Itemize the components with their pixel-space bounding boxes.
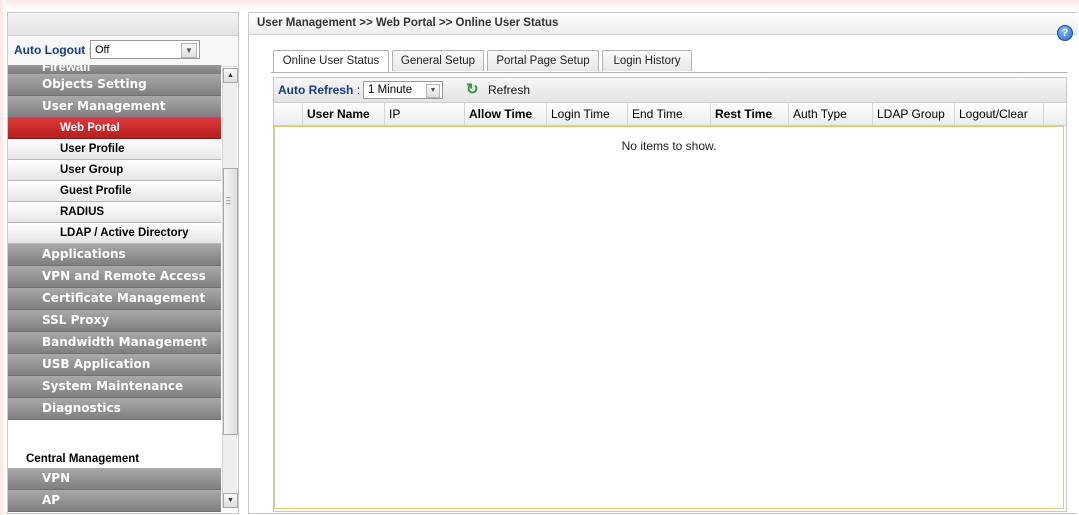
empty-message: No items to show. <box>621 139 717 153</box>
sidebar-spacer <box>8 420 221 446</box>
sidebar-header <box>8 13 238 36</box>
auto-refresh-label: Auto Refresh : <box>278 83 361 97</box>
sidebar-item-diagnostics[interactable]: Diagnostics <box>8 398 221 420</box>
column-header-select <box>274 103 303 125</box>
sidebar-scrollbar[interactable]: ▲ – – – ▼ <box>222 68 238 508</box>
column-header-allow-time[interactable]: Allow Time <box>465 103 547 125</box>
chevron-down-icon: ▼ <box>426 84 440 98</box>
sidebar-menu: Firewall Objects Setting User Management W… <box>8 65 221 512</box>
column-header-rest-time[interactable]: Rest Time <box>711 103 789 125</box>
scroll-down-icon[interactable]: ▼ <box>223 493 238 508</box>
sidebar-item-radius[interactable]: RADIUS <box>8 202 221 223</box>
top-accent-bar <box>0 0 1079 10</box>
refresh-icon: ↻ <box>466 81 479 98</box>
column-header-end-time[interactable]: End Time <box>628 103 711 125</box>
breadcrumb-bar: User Management >> Web Portal >> Online … <box>249 13 1077 35</box>
table-header: User Name IP Allow Time Login Time End Time R… <box>274 103 1066 126</box>
column-header-ldap-group[interactable]: LDAP Group <box>873 103 955 125</box>
column-header-ip[interactable]: IP <box>385 103 465 125</box>
breadcrumb: User Management >> Web Portal >> Online … <box>257 17 559 29</box>
sidebar-item-guest-profile[interactable]: Guest Profile <box>8 181 221 202</box>
tab-login-history[interactable]: Login History <box>602 50 692 71</box>
auto-refresh-select[interactable]: 1 Minute ▼ <box>363 81 443 99</box>
sidebar-item-user-profile[interactable]: User Profile <box>8 139 221 160</box>
help-icon[interactable]: ? <box>1057 25 1073 41</box>
column-header-login-time[interactable]: Login Time <box>547 103 628 125</box>
central-management-heading: Central Management <box>8 446 221 468</box>
column-header-logout-clear[interactable]: Logout/Clear <box>955 103 1044 125</box>
auto-logout-value: Off <box>95 44 110 56</box>
table-body: No items to show. <box>274 126 1064 509</box>
sidebar-item-objects-setting[interactable]: Objects Setting <box>8 74 221 96</box>
sidebar-item-central-ap[interactable]: AP <box>8 490 221 512</box>
scroll-up-icon[interactable]: ▲ <box>223 68 238 83</box>
online-user-panel: Auto Refresh : 1 Minute ▼ ↻ Refresh User… <box>273 77 1067 512</box>
left-accent-bar <box>0 0 6 515</box>
auto-logout-label: Auto Logout : <box>14 43 93 57</box>
auto-refresh-value: 1 Minute <box>368 84 413 96</box>
main-content: User Management >> Web Portal >> Online … <box>248 12 1077 514</box>
sidebar-item-ldap-active-directory[interactable]: LDAP / Active Directory <box>8 223 221 244</box>
sidebar: Auto Logout : Off ▼ Firewall Objects Set… <box>7 12 239 514</box>
auto-logout-select[interactable]: Off ▼ <box>90 40 200 59</box>
sidebar-item-ssl-proxy[interactable]: SSL Proxy <box>8 310 221 332</box>
sidebar-item-web-portal[interactable]: Web Portal <box>8 118 221 139</box>
sidebar-item-certificate-management[interactable]: Certificate Management <box>8 288 221 310</box>
column-header-auth-type[interactable]: Auth Type <box>789 103 873 125</box>
sidebar-item-applications[interactable]: Applications <box>8 244 221 266</box>
sidebar-item-usb-application[interactable]: USB Application <box>8 354 221 376</box>
scrollbar-thumb[interactable] <box>223 168 238 435</box>
sidebar-item-user-group[interactable]: User Group <box>8 160 221 181</box>
tab-portal-page-setup[interactable]: Portal Page Setup <box>487 50 599 71</box>
auto-logout-row: Auto Logout : Off ▼ <box>8 36 238 67</box>
sidebar-item-vpn-and-remote-access[interactable]: VPN and Remote Access <box>8 266 221 288</box>
tab-online-user-status[interactable]: Online User Status <box>273 50 389 73</box>
sidebar-item-label: Firewall <box>42 65 91 74</box>
chevron-down-icon: ▼ <box>181 43 197 58</box>
tab-divider <box>271 72 1067 73</box>
sidebar-item-system-maintenance[interactable]: System Maintenance <box>8 376 221 398</box>
sidebar-item-user-management[interactable]: User Management <box>8 96 221 118</box>
refresh-label: Refresh <box>488 83 531 97</box>
column-header-user-name[interactable]: User Name <box>303 103 385 125</box>
sidebar-item-firewall[interactable]: Firewall <box>8 65 221 74</box>
sidebar-item-bandwidth-management[interactable]: Bandwidth Management <box>8 332 221 354</box>
tab-general-setup[interactable]: General Setup <box>392 50 484 71</box>
sidebar-item-central-vpn[interactable]: VPN <box>8 468 221 490</box>
panel-toolbar: Auto Refresh : 1 Minute ▼ ↻ Refresh <box>274 78 1066 103</box>
scrollbar-grip-icon: – – – <box>226 193 231 208</box>
